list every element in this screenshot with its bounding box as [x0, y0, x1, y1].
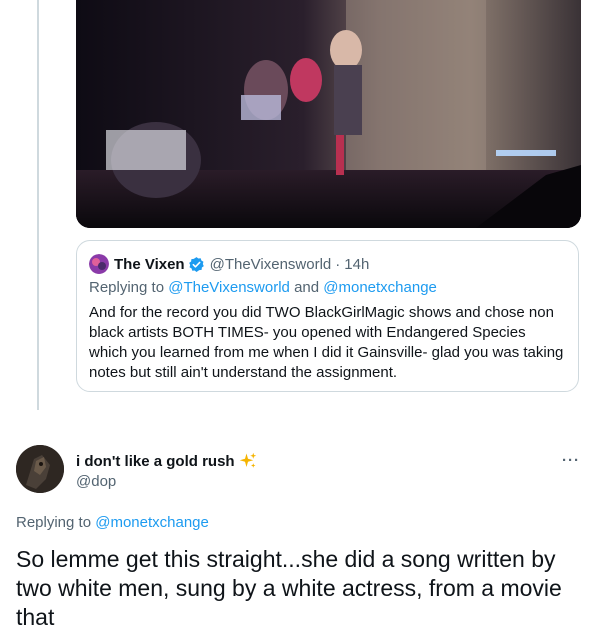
- tweet-author[interactable]: i don't like a gold rush: [76, 452, 257, 470]
- avatar[interactable]: [16, 445, 64, 493]
- separator-dot: ·: [335, 255, 341, 273]
- quoted-tweet-text: And for the record you did TWO BlackGirl…: [89, 304, 564, 381]
- display-name[interactable]: i don't like a gold rush: [76, 453, 235, 470]
- more-options-icon[interactable]: ···: [562, 452, 580, 469]
- avatar-image: [89, 254, 109, 274]
- thread-connector-line: [37, 0, 39, 410]
- tweet-handle[interactable]: @dop: [76, 473, 116, 490]
- replying-to-label: Replying to: [89, 279, 165, 296]
- replying-to-label: Replying to: [16, 514, 92, 531]
- quoted-replying-to: Replying to @TheVixensworld and @monetxc…: [89, 279, 437, 296]
- quoted-tweet-card[interactable]: The Vixen @TheVixensworld · 14h Replying…: [76, 240, 579, 392]
- replying-to: Replying to @monetxchange: [16, 514, 209, 531]
- sparkles-icon: [239, 452, 257, 470]
- video-frame-image: [76, 0, 581, 228]
- replying-and-label: and: [294, 279, 320, 296]
- reply-mention-link[interactable]: @monetxchange: [323, 279, 437, 296]
- reply-mention-link[interactable]: @TheVixensworld: [168, 279, 290, 296]
- quoted-display-name[interactable]: The Vixen: [114, 256, 185, 273]
- verified-badge-icon: [188, 256, 205, 273]
- quoted-handle[interactable]: @TheVixensworld: [210, 256, 332, 273]
- tweet-text: So lemme get this straight...she did a s…: [16, 546, 562, 630]
- quoted-timestamp[interactable]: 14h: [344, 256, 369, 273]
- avatar-image: [16, 445, 64, 493]
- quoted-avatar[interactable]: [89, 254, 109, 274]
- video-media[interactable]: [76, 0, 581, 228]
- quoted-tweet-header: The Vixen @TheVixensworld · 14h: [89, 253, 369, 275]
- reply-mention-link[interactable]: @monetxchange: [95, 514, 209, 531]
